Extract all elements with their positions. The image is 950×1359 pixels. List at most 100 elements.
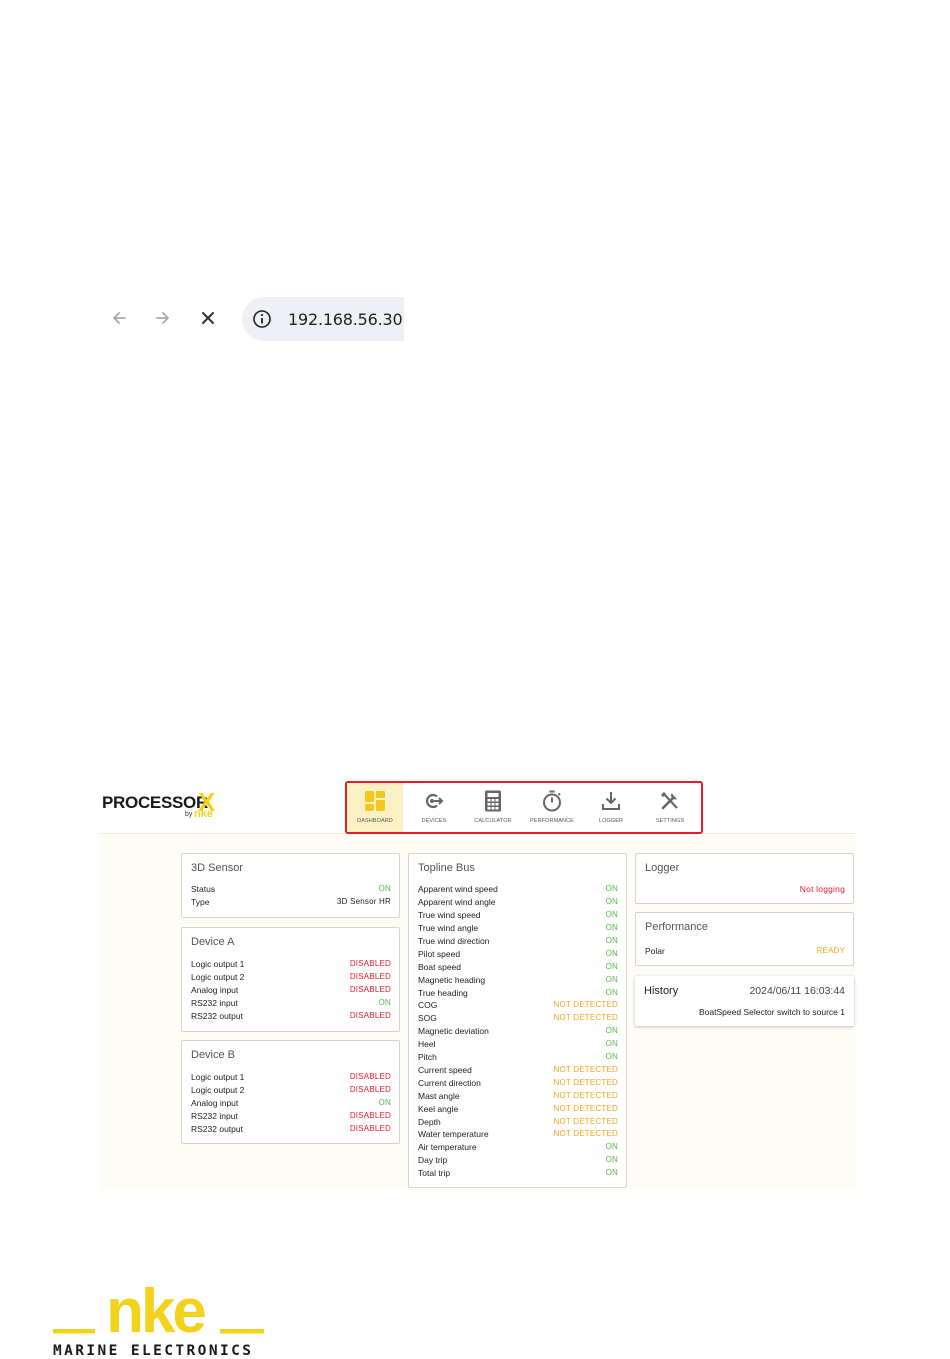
calculator-icon: [485, 790, 501, 812]
card-device-b: Device B Logic output 1 DISABLED Logic o…: [181, 1040, 400, 1144]
row-label: Keel angle: [418, 1104, 459, 1114]
list-item: Logic output 2 DISABLED: [191, 1085, 391, 1098]
card-title: Device A: [191, 936, 235, 948]
type-value: 3D Sensor HR: [337, 897, 391, 906]
row-label: Apparent wind speed: [418, 884, 498, 894]
row-label: Magnetic deviation: [418, 1026, 489, 1036]
status-value: DISABLED: [349, 1085, 391, 1094]
row-label: RS232 output: [191, 1011, 243, 1021]
status-value: ON: [605, 1039, 618, 1048]
logo-by: by: [185, 811, 193, 818]
main-navigation: DASHBOARD DEVICES CALCULATOR PERFORMANCE…: [345, 781, 703, 834]
status-value: ON: [605, 962, 618, 971]
browser-toolbar: 192.168.56.30: [100, 296, 410, 342]
row-label: RS232 input: [191, 1111, 238, 1121]
list-item: True wind direction ON: [418, 936, 618, 949]
row-label: True wind direction: [418, 936, 490, 946]
stop-button[interactable]: [196, 306, 220, 330]
address-bar[interactable]: 192.168.56.30: [242, 297, 404, 341]
nav-settings[interactable]: SETTINGS: [642, 783, 698, 832]
card-device-a: Device A Logic output 1 DISABLED Logic o…: [181, 927, 400, 1032]
history-message: BoatSpeed Selector switch to source 1: [699, 1007, 845, 1017]
status-value: DISABLED: [349, 985, 391, 994]
list-item: Apparent wind speed ON: [418, 884, 618, 897]
status-value: DISABLED: [349, 959, 391, 968]
nav-label: CALCULATOR: [474, 818, 512, 824]
type-row: Type 3D Sensor HR: [191, 897, 391, 910]
row-label: Analog input: [191, 985, 239, 995]
row-label: Boat speed: [418, 962, 462, 972]
list-item: Logic output 1 DISABLED: [191, 1072, 391, 1085]
status-value: DISABLED: [349, 972, 391, 981]
list-item: RS232 output DISABLED: [191, 1011, 391, 1024]
row-label: Current direction: [418, 1078, 481, 1088]
status-value: DISABLED: [349, 1011, 391, 1020]
forward-button[interactable]: [151, 306, 175, 330]
status-value: DISABLED: [349, 1111, 391, 1120]
row-label: Analog input: [191, 1098, 239, 1108]
list-item: Analog input DISABLED: [191, 985, 391, 998]
nke-brand-mark: nke MARINE ELECTRONICS: [53, 1277, 264, 1359]
nav-label: SETTINGS: [655, 818, 685, 824]
status-value: ON: [378, 1098, 391, 1107]
status-value: ON: [605, 1155, 618, 1164]
row-label: Logic output 2: [191, 972, 245, 982]
info-icon[interactable]: [252, 309, 272, 329]
status-value: ON: [605, 975, 618, 984]
status-value: ON: [378, 998, 391, 1007]
card-title: History: [644, 985, 679, 997]
nav-performance[interactable]: PERFORMANCE: [524, 783, 580, 832]
row-label: Pilot speed: [418, 949, 461, 959]
list-item: COG NOT DETECTED: [418, 1000, 618, 1013]
processor-x-logo[interactable]: PROCESSOR X by nke: [102, 787, 222, 825]
status-value: ON: [605, 988, 618, 997]
card-title: Device B: [191, 1049, 236, 1061]
row-label: Logic output 1: [191, 959, 245, 969]
row-label: Heel: [418, 1039, 436, 1049]
row-label: Current speed: [418, 1065, 472, 1075]
row-label: COG: [418, 1000, 438, 1010]
row-label: Magnetic heading: [418, 975, 486, 985]
list-item: Pilot speed ON: [418, 949, 618, 962]
row-label: RS232 output: [191, 1124, 243, 1134]
nav-dashboard[interactable]: DASHBOARD: [347, 783, 403, 832]
row-label: True wind speed: [418, 910, 481, 920]
back-button[interactable]: [107, 306, 131, 330]
nav-logger[interactable]: LOGGER: [583, 783, 639, 832]
download-icon: [602, 792, 620, 810]
status-value: NOT DETECTED: [553, 1013, 618, 1022]
url-text[interactable]: 192.168.56.30: [288, 310, 403, 329]
status-value: READY: [816, 946, 845, 955]
nav-label: LOGGER: [598, 818, 624, 824]
app-header: PROCESSOR X by nke DASHBOARD DEVICES CAL…: [100, 780, 855, 834]
polar-row: Polar READY: [645, 946, 845, 959]
nke-wordmark: nke: [106, 1277, 205, 1346]
processor-x-app: PROCESSOR X by nke DASHBOARD DEVICES CAL…: [100, 780, 855, 1190]
list-item: Apparent wind angle ON: [418, 897, 618, 910]
tagline: MARINE ELECTRONICS: [53, 1343, 253, 1359]
nav-devices[interactable]: DEVICES: [406, 783, 462, 832]
close-icon: [202, 312, 214, 324]
list-item: Water temperature NOT DETECTED: [418, 1129, 618, 1142]
card-title: 3D Sensor: [191, 862, 243, 874]
row-label: True heading: [418, 988, 468, 998]
row-label: Status: [191, 884, 216, 894]
card-topline-bus: Topline Bus Apparent wind speed ON Appare…: [408, 853, 627, 1188]
status-value: ON: [605, 1168, 618, 1177]
card-title: Logger: [645, 862, 680, 874]
card-logger: Logger Not logging: [635, 853, 854, 904]
list-item: RS232 input DISABLED: [191, 1111, 391, 1124]
card-title: Performance: [645, 921, 708, 933]
list-item: Total trip ON: [418, 1168, 618, 1181]
arrow-left-icon: [113, 312, 126, 324]
list-item: Mast angle NOT DETECTED: [418, 1091, 618, 1104]
list-item: True wind angle ON: [418, 923, 618, 936]
status-value: ON: [605, 923, 618, 932]
list-item: Day trip ON: [418, 1155, 618, 1168]
card-performance: Performance Polar READY: [635, 912, 854, 966]
nav-label: DEVICES: [421, 818, 447, 824]
tools-icon: [661, 792, 678, 810]
nav-calculator[interactable]: CALCULATOR: [465, 783, 521, 832]
row-label: Pitch: [418, 1052, 437, 1062]
list-item: Magnetic heading ON: [418, 975, 618, 988]
